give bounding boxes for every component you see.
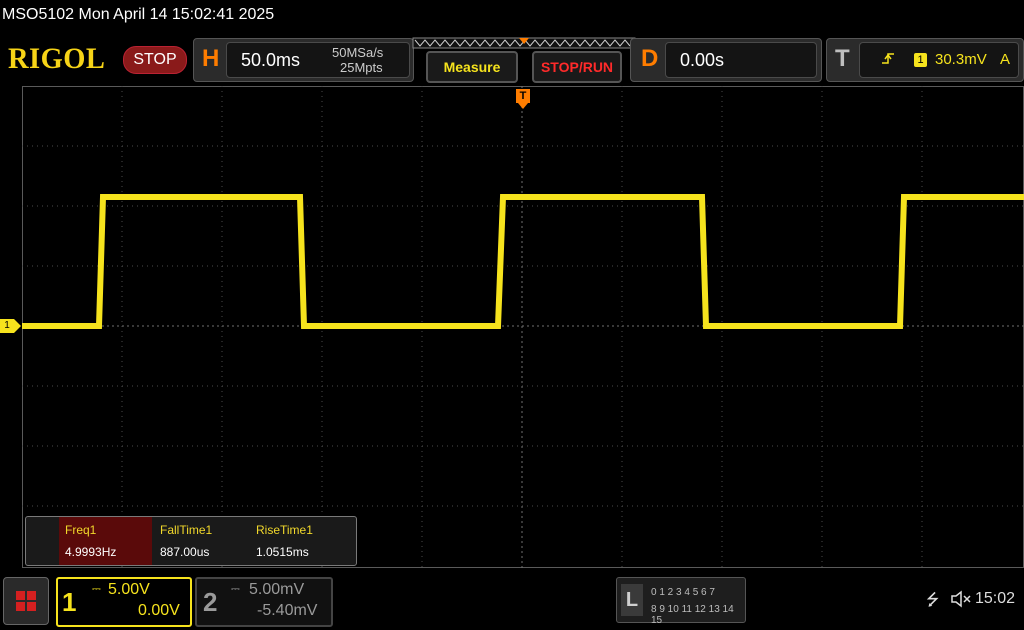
memory-position-bar[interactable] xyxy=(412,36,636,52)
horizontal-letter: H xyxy=(202,45,220,72)
memory-depth: 25Mpts xyxy=(340,60,383,75)
measurement-freq[interactable]: Freq1 4.9993Hz xyxy=(59,517,152,565)
horizontal-panel[interactable]: H 50.0ms 50MSa/s 25Mpts xyxy=(193,38,414,82)
sample-rate: 50MSa/s xyxy=(332,45,384,60)
delay-value: 0.00s xyxy=(680,50,725,70)
trigger-level: 30.3mV xyxy=(935,51,987,68)
measurement-value: 4.9993Hz xyxy=(65,545,117,559)
logic-letter: L xyxy=(621,584,643,616)
ch1-offset-arrow xyxy=(14,319,21,333)
dc-coupling-icon: ⎓ xyxy=(231,583,240,595)
measure-button[interactable]: Measure xyxy=(426,51,518,83)
stop-run-button[interactable]: STOP/RUN xyxy=(532,51,622,83)
speaker-muted-icon[interactable] xyxy=(950,590,972,608)
grid-menu-icon xyxy=(16,591,36,611)
waveform-display[interactable] xyxy=(22,86,1024,568)
rigol-logo: RIGOL xyxy=(8,42,106,75)
ch1-offset: 0.00V xyxy=(138,602,180,619)
usb-icon: ⭍ xyxy=(926,592,940,609)
measurement-label: FallTime1 xyxy=(160,523,213,537)
delay-letter: D xyxy=(641,45,659,72)
run-state-badge[interactable]: STOP xyxy=(123,46,187,74)
trigger-source-badge: 1 xyxy=(914,53,927,67)
trigger-readout: 1 30.3mV A xyxy=(859,42,1019,78)
trigger-letter: T xyxy=(835,45,850,72)
logic-channels-low: 0 1 2 3 4 5 6 7 xyxy=(651,587,715,598)
ch1-number: 1 xyxy=(62,587,77,617)
trigger-position-marker[interactable]: T xyxy=(516,89,530,103)
trigger-position-arrow xyxy=(518,103,528,109)
logic-channels-high: 8 9 10 11 12 13 14 15 xyxy=(651,604,734,626)
system-clock: 15:02 xyxy=(975,590,1016,607)
measurement-value: 887.00us xyxy=(160,545,210,559)
ch2-panel[interactable]: 2 ⎓ 5.00mV -5.40mV xyxy=(195,577,333,627)
trigger-panel[interactable]: T 1 30.3mV A xyxy=(826,38,1024,82)
horizontal-readout: 50.0ms 50MSa/s 25Mpts xyxy=(226,42,410,78)
ch2-scale: 5.00mV xyxy=(249,581,305,598)
logic-panel[interactable]: L 0 1 2 3 4 5 6 7 8 9 10 11 12 13 14 15 xyxy=(616,577,746,626)
measurement-value: 1.0515ms xyxy=(256,545,309,559)
main-menu-button[interactable] xyxy=(3,577,49,625)
dc-coupling-icon: ⎓ xyxy=(92,583,101,595)
delay-readout: 0.00s xyxy=(665,42,817,78)
measurement-label: Freq1 xyxy=(65,523,97,537)
trigger-mode: A xyxy=(1000,51,1011,68)
measurement-falltime[interactable]: FallTime1 887.00us xyxy=(154,517,247,565)
measurement-label: RiseTime1 xyxy=(256,523,313,537)
ch2-offset: -5.40mV xyxy=(257,602,318,619)
rising-edge-icon xyxy=(882,53,894,64)
ch1-scale: 5.00V xyxy=(108,581,150,598)
measurement-panel: Freq1 4.9993Hz FallTime1 887.00us RiseTi… xyxy=(25,516,357,566)
ch1-offset-marker[interactable]: 1 xyxy=(0,319,14,333)
title-bar: MSO5102 Mon April 14 15:02:41 2025 xyxy=(0,0,1024,34)
delay-panel[interactable]: D 0.00s xyxy=(630,38,822,82)
ch2-number: 2 xyxy=(203,587,218,617)
timebase-value: 50.0ms xyxy=(241,50,301,70)
measurement-risetime[interactable]: RiseTime1 1.0515ms xyxy=(250,517,343,565)
device-datetime: MSO5102 Mon April 14 15:02:41 2025 xyxy=(2,6,275,23)
ch1-panel[interactable]: 1 ⎓ 5.00V 0.00V xyxy=(56,577,192,627)
